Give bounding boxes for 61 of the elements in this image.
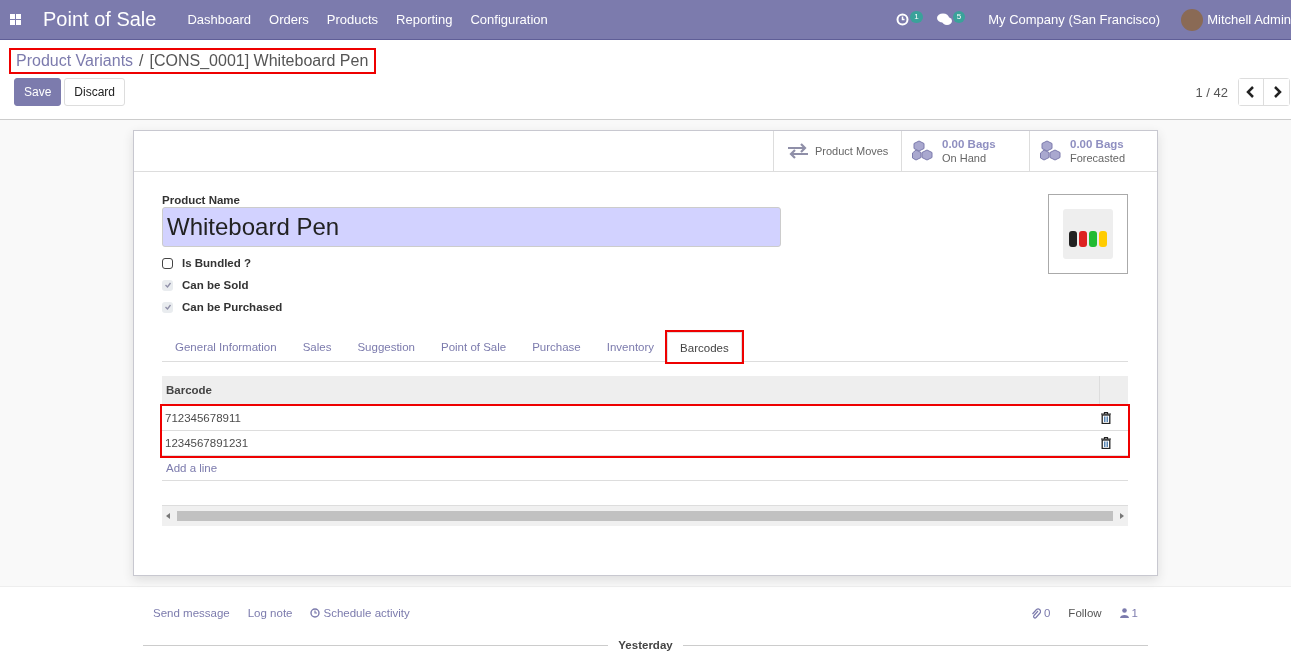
activity-count-badge: 1 <box>910 10 923 23</box>
checkbox[interactable] <box>162 257 173 269</box>
menu-item[interactable]: Dashboard <box>178 12 261 27</box>
tab[interactable]: Inventory <box>593 332 668 361</box>
log-note-link[interactable]: Log note <box>247 607 293 619</box>
smart-button[interactable]: 0.00 Bags Forecasted <box>1029 131 1157 171</box>
attachments-button[interactable]: 0 <box>1030 607 1051 619</box>
checkbox-label: Can be Sold <box>182 279 249 291</box>
previous-button[interactable] <box>1239 79 1264 105</box>
checkbox-label: Is Bundled ? <box>182 257 251 269</box>
follow-button[interactable]: Follow <box>1068 607 1102 619</box>
clock-icon <box>310 608 321 618</box>
app-title: Point of Sale <box>43 8 157 31</box>
menu-item[interactable]: Configuration <box>461 12 557 27</box>
trash-icon[interactable] <box>1101 437 1111 449</box>
schedule-activity-link[interactable]: Schedule activity <box>310 607 410 619</box>
horizontal-scrollbar[interactable] <box>162 505 1128 526</box>
exchange-arrows-icon <box>787 143 809 159</box>
breadcrumb-link[interactable]: Product Variants <box>16 52 134 70</box>
send-message-link[interactable]: Send message <box>153 607 230 619</box>
product-name-input[interactable]: Whiteboard Pen <box>162 207 781 247</box>
scroll-left-icon[interactable] <box>166 513 171 519</box>
breadcrumb-separator: / <box>139 52 144 70</box>
table-cell[interactable]: 1234567891231 <box>162 437 1101 449</box>
tab[interactable]: Point of Sale <box>427 332 520 361</box>
tab[interactable]: Barcodes <box>667 332 742 362</box>
user-menu[interactable]: Mitchell Admin <box>1203 12 1291 27</box>
apps-menu-icon[interactable] <box>10 14 21 25</box>
breadcrumb-current: [CONS_0001] Whiteboard Pen <box>149 52 369 70</box>
tab[interactable]: Sales <box>289 332 345 361</box>
field-label: Product Name <box>162 194 241 206</box>
smart-button[interactable]: 0.00 Bags On Hand <box>901 131 1029 171</box>
followers-button[interactable]: 1 <box>1119 607 1138 619</box>
pager-value: 1 / 42 <box>1195 84 1228 100</box>
menu-item[interactable]: Orders <box>260 12 318 27</box>
chevron-left-icon <box>1246 86 1256 98</box>
discard-button[interactable]: Discard <box>64 78 126 106</box>
cubes-icon <box>1040 140 1064 162</box>
date-separator: Yesterday <box>618 639 673 651</box>
chat-bubbles-icon <box>936 13 952 26</box>
menu-item[interactable]: Products <box>317 12 388 27</box>
cubes-icon <box>912 140 936 162</box>
scroll-right-icon[interactable] <box>1119 513 1124 519</box>
paperclip-icon <box>1030 607 1041 619</box>
save-button[interactable]: Save <box>14 78 62 106</box>
clock-icon <box>896 13 910 26</box>
person-icon <box>1119 608 1129 618</box>
checkbox-label: Can be Purchased <box>182 301 283 313</box>
tab[interactable]: Suggestion <box>344 332 428 361</box>
add-line-link[interactable]: Add a line <box>166 462 218 474</box>
company-switcher[interactable]: My Company (San Francisco) <box>979 12 1170 27</box>
tab[interactable]: General Information <box>162 332 290 361</box>
smart-button[interactable]: Product Moves <box>773 131 901 171</box>
chevron-right-icon <box>1271 86 1282 98</box>
message-count-badge: 5 <box>952 10 966 23</box>
menu-item[interactable]: Reporting <box>387 12 462 27</box>
messages-button[interactable]: 5 <box>936 8 966 31</box>
table-cell[interactable]: 712345678911 <box>162 412 1101 424</box>
tab[interactable]: Purchase <box>519 332 594 361</box>
activity-button[interactable]: 1 <box>896 8 923 31</box>
trash-icon[interactable] <box>1101 412 1111 424</box>
